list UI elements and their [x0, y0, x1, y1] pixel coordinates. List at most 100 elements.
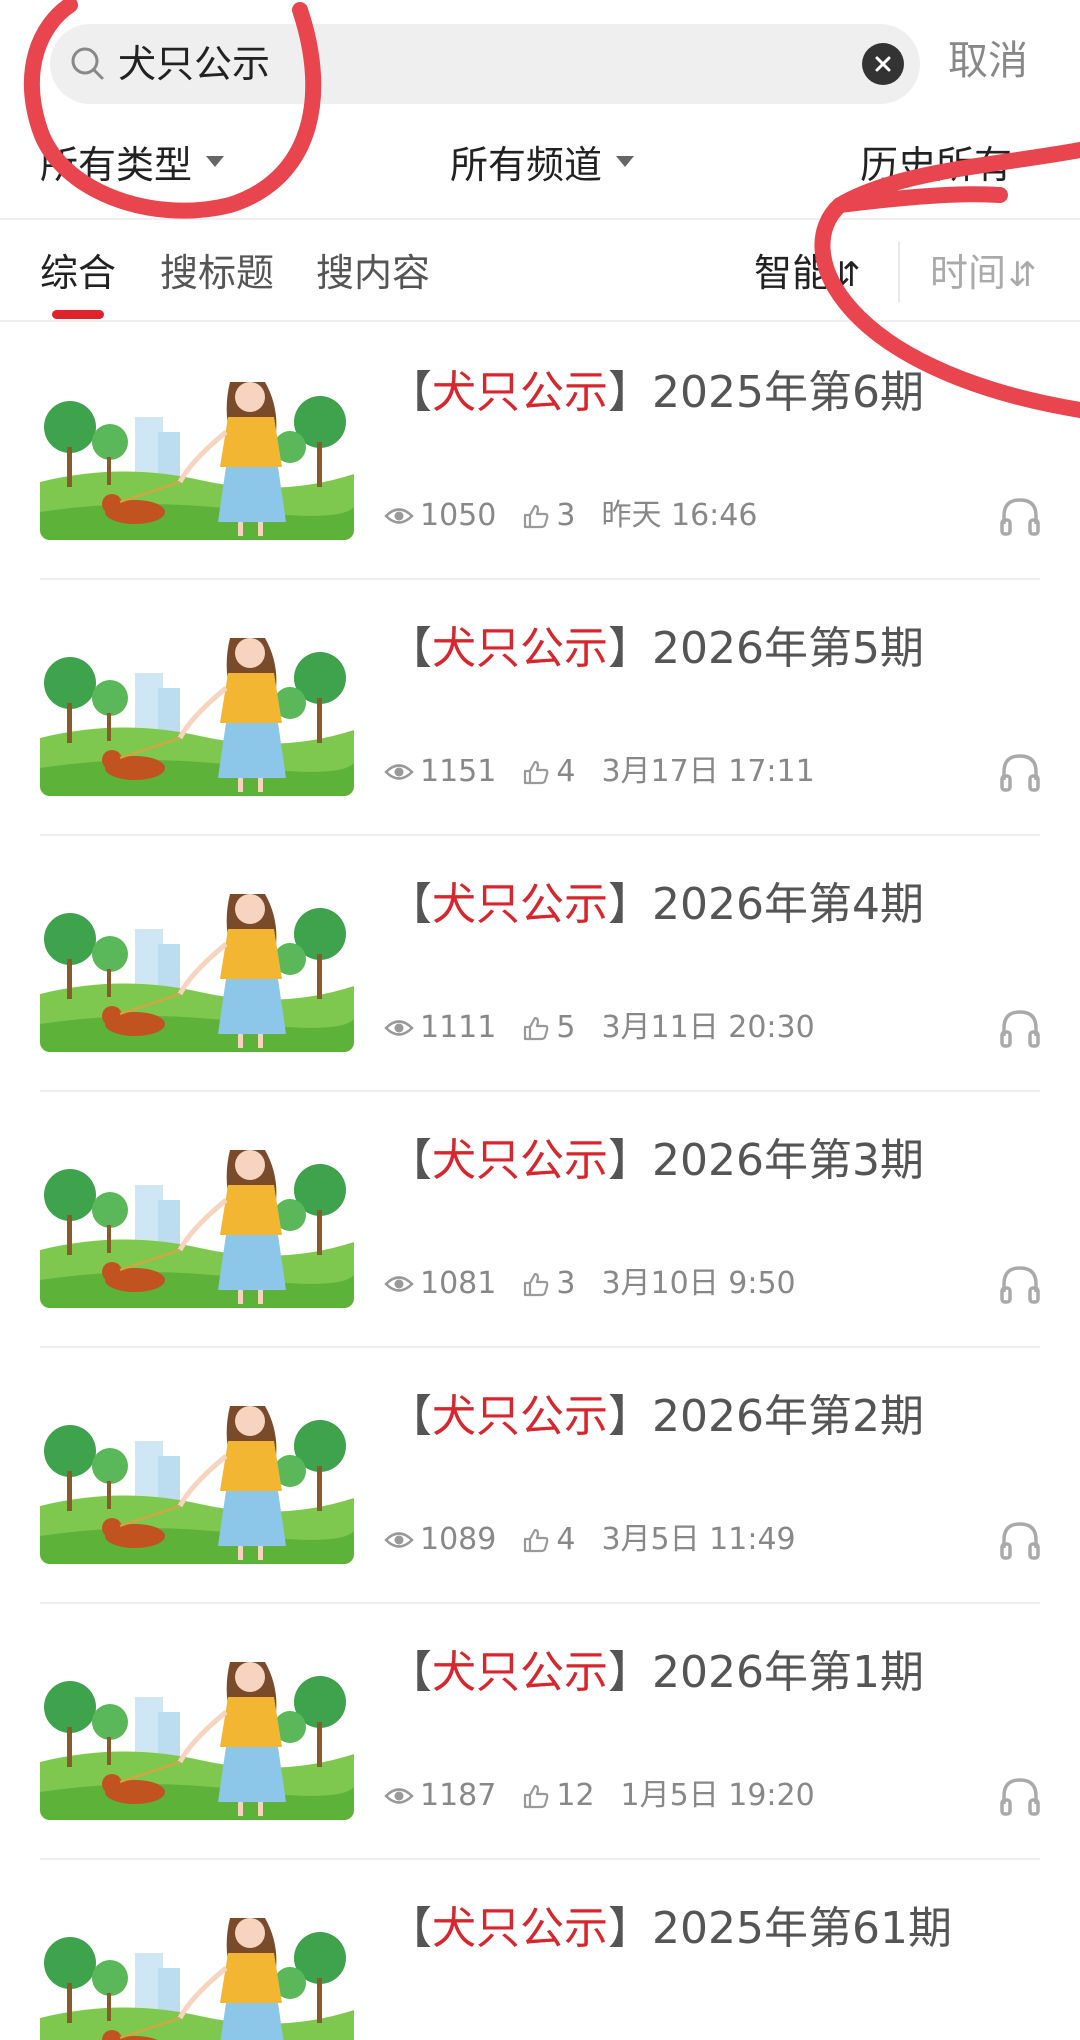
headphones-icon[interactable] — [998, 1006, 1042, 1050]
headphones-icon[interactable] — [998, 750, 1042, 794]
likes-stat: 3 — [522, 496, 575, 536]
thumbs-up-icon — [524, 1272, 549, 1297]
list-item[interactable]: 【犬只公示】2026年第3期 1081 3 3月10日 9:50 — [0, 1092, 1080, 1348]
item-meta: 1187 12 1月5日 19:20 — [384, 1776, 841, 1816]
views-stat: 1050 — [384, 496, 496, 536]
sort-time-button[interactable]: 时间⇵ — [930, 248, 1037, 300]
item-meta: 1089 4 3月5日 11:49 — [384, 1520, 822, 1560]
views-count: 1187 — [420, 1778, 497, 1813]
publish-time: 昨天 16:46 — [601, 498, 758, 533]
thumbs-up-icon — [524, 1528, 549, 1553]
sort-smart-button[interactable]: 智能⇵ — [754, 248, 861, 300]
eye-icon — [384, 1532, 414, 1548]
publish-time: 3月17日 17:11 — [601, 754, 815, 789]
filter-type-label: 所有类型 — [40, 143, 193, 187]
title-suffix: 2026年第5期 — [652, 623, 924, 674]
publish-time: 3月5日 11:49 — [601, 1522, 796, 1557]
title-suffix: 2026年第1期 — [652, 1647, 924, 1698]
sort-divider — [898, 242, 900, 302]
tab-search-content[interactable]: 搜内容 — [316, 248, 430, 298]
likes-count: 3 — [556, 498, 576, 533]
caret-down-icon — [206, 156, 225, 167]
item-title[interactable]: 【犬只公示】2025年第61期 — [388, 1900, 952, 1958]
search-box[interactable]: 犬只公示 — [50, 24, 920, 104]
title-keyword: 犬只公示 — [432, 1647, 608, 1698]
title-suffix: 2026年第3期 — [652, 1135, 924, 1186]
tab-search-title[interactable]: 搜标题 — [160, 248, 274, 298]
clear-search-button[interactable] — [862, 43, 904, 85]
title-bracket-open: 【 — [388, 1135, 432, 1186]
filter-channel[interactable]: 所有频道 — [450, 140, 635, 190]
views-count: 1081 — [420, 1266, 497, 1301]
list-item[interactable]: 【犬只公示】2026年第1期 1187 12 1月5日 19:20 — [0, 1604, 1080, 1860]
item-meta: 1081 3 3月10日 9:50 — [384, 1264, 822, 1304]
filter-type[interactable]: 所有类型 — [40, 140, 225, 190]
list-item[interactable]: 【犬只公示】2026年第2期 1089 4 3月5日 11:49 — [0, 1348, 1080, 1604]
item-title[interactable]: 【犬只公示】2026年第5期 — [388, 620, 924, 678]
likes-count: 5 — [556, 1010, 576, 1045]
thumbnail-image — [40, 874, 354, 1052]
filter-history[interactable]: 历史所有 — [860, 140, 1012, 190]
active-tab-indicator — [52, 310, 104, 319]
eye-icon — [384, 1020, 414, 1036]
caret-down-icon — [616, 156, 635, 167]
item-meta: 1151 4 3月17日 17:11 — [384, 752, 841, 792]
filter-history-label: 历史所有 — [860, 143, 1013, 187]
item-title[interactable]: 【犬只公示】2025年第6期 — [388, 364, 924, 422]
close-icon — [875, 56, 891, 72]
title-bracket-close: 】 — [608, 879, 652, 930]
likes-count: 4 — [556, 1522, 576, 1557]
search-icon — [71, 47, 104, 80]
tab-general[interactable]: 综合 — [40, 248, 116, 298]
item-title[interactable]: 【犬只公示】2026年第4期 — [388, 876, 924, 934]
item-title[interactable]: 【犬只公示】2026年第1期 — [388, 1644, 924, 1702]
title-suffix: 2026年第4期 — [652, 879, 924, 930]
item-title[interactable]: 【犬只公示】2026年第2期 — [388, 1388, 924, 1446]
views-count: 1089 — [420, 1522, 497, 1557]
headphones-icon[interactable] — [998, 494, 1042, 538]
title-bracket-open: 【 — [388, 367, 432, 418]
title-keyword: 犬只公示 — [432, 879, 608, 930]
thumbnail-image — [40, 1386, 354, 1564]
title-keyword: 犬只公示 — [432, 1903, 608, 1954]
list-item[interactable]: 【犬只公示】2025年第6期 1050 3 昨天 16:46 — [0, 324, 1080, 580]
thumbs-up-icon — [524, 1016, 549, 1041]
title-bracket-open: 【 — [388, 1647, 432, 1698]
eye-icon — [384, 1788, 414, 1804]
thumbs-up-icon — [524, 760, 549, 785]
list-item[interactable]: 【犬只公示】2026年第5期 1151 4 3月17日 17:11 — [0, 580, 1080, 836]
thumbs-up-icon — [524, 1784, 549, 1809]
list-item[interactable]: 【犬只公示】2025年第61期 — [0, 1860, 1080, 2040]
views-stat: 1151 — [384, 752, 496, 792]
title-bracket-open: 【 — [388, 1903, 432, 1954]
headphones-icon[interactable] — [998, 1262, 1042, 1306]
title-bracket-close: 】 — [608, 1391, 652, 1442]
item-title[interactable]: 【犬只公示】2026年第3期 — [388, 1132, 924, 1190]
likes-stat: 5 — [522, 1008, 575, 1048]
publish-time: 1月5日 19:20 — [620, 1778, 815, 1813]
search-input[interactable]: 犬只公示 — [118, 40, 270, 88]
search-bar: 犬只公示 取消 — [0, 0, 1080, 120]
views-stat: 1187 — [384, 1776, 496, 1816]
title-bracket-open: 【 — [388, 623, 432, 674]
title-suffix: 2026年第2期 — [652, 1391, 924, 1442]
eye-icon — [384, 1276, 414, 1292]
cancel-button[interactable]: 取消 — [948, 36, 1028, 86]
headphones-icon[interactable] — [998, 1518, 1042, 1562]
thumbnail-image — [40, 618, 354, 796]
sort-arrows-icon: ⇵ — [1008, 255, 1037, 295]
likes-count: 3 — [556, 1266, 576, 1301]
filter-channel-label: 所有频道 — [450, 143, 603, 187]
views-count: 1111 — [420, 1010, 497, 1045]
eye-icon — [384, 764, 414, 780]
thumbnail-image — [40, 1898, 354, 2040]
list-item[interactable]: 【犬只公示】2026年第4期 1111 5 3月11日 20:30 — [0, 836, 1080, 1092]
sort-smart-label: 智能 — [754, 251, 831, 295]
title-keyword: 犬只公示 — [432, 1135, 608, 1186]
title-bracket-close: 】 — [608, 367, 652, 418]
headphones-icon[interactable] — [998, 1774, 1042, 1818]
item-meta: 1050 3 昨天 16:46 — [384, 496, 783, 536]
views-count: 1151 — [420, 754, 497, 789]
likes-stat: 3 — [522, 1264, 575, 1304]
tab-bar: 综合 搜标题 搜内容 智能⇵ 时间⇵ — [0, 222, 1080, 322]
